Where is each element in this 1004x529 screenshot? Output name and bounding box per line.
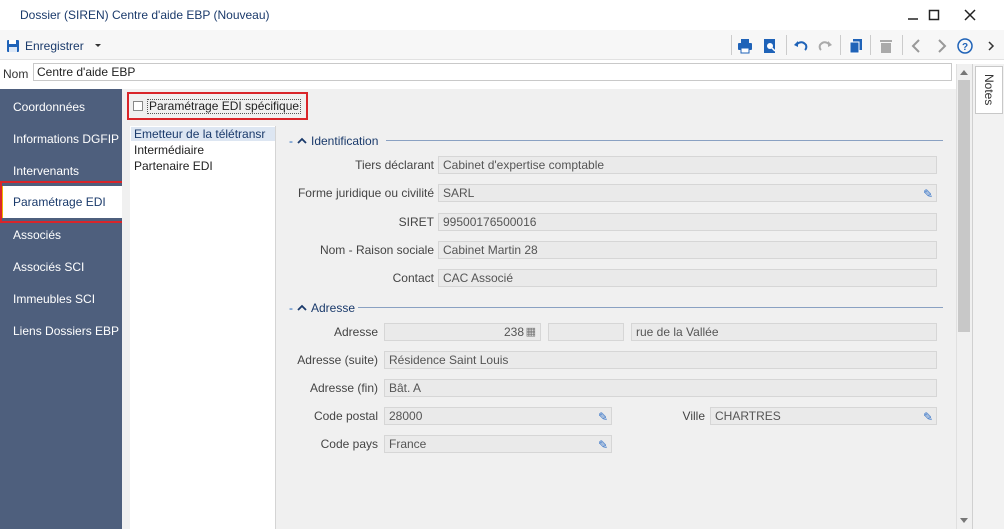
edi-role-list [130, 126, 276, 529]
ville-field[interactable]: CHARTRES ✎ [710, 407, 937, 425]
list-item-intermediaire[interactable]: Intermédiaire [134, 143, 204, 157]
adresse-label: Adresse [333, 325, 378, 339]
more-icon[interactable] [981, 36, 1001, 56]
adresse-fin-label: Adresse (fin) [309, 381, 378, 395]
forme-juridique-field[interactable]: SARL ✎ [438, 184, 937, 202]
adresse-suite-field[interactable]: Résidence Saint Louis [384, 351, 937, 369]
svg-text:?: ? [962, 42, 968, 53]
collapse-icon[interactable] [297, 137, 307, 145]
identification-section-header[interactable]: - Identification [289, 134, 378, 148]
collapse-icon[interactable] [297, 304, 307, 312]
toolbar-separator [840, 35, 841, 55]
forme-juridique-value: SARL [443, 186, 475, 200]
sidebar-item-coordonnees[interactable]: Coordonnées [0, 91, 122, 123]
adresse-section-header[interactable]: - Adresse [289, 301, 355, 315]
section-divider [358, 307, 943, 308]
edit-pencil-icon[interactable]: ✎ [923, 409, 933, 424]
code-pays-field[interactable]: France ✎ [384, 435, 612, 453]
edi-specific-checkbox[interactable] [133, 101, 143, 111]
help-icon[interactable]: ? [955, 36, 975, 56]
edit-pencil-icon[interactable]: ✎ [923, 186, 933, 201]
sidebar-item-associes[interactable]: Associés [0, 219, 122, 251]
adresse-fin-field[interactable]: Bât. A [384, 379, 937, 397]
maximize-icon[interactable] [917, 4, 951, 26]
save-button[interactable]: Enregistrer [6, 36, 103, 56]
notes-panel [972, 64, 1004, 529]
window-title: Dossier (SIREN) Centre d'aide EBP (Nouve… [20, 8, 270, 22]
identification-title: Identification [311, 134, 379, 148]
sidebar-highlight-frame [0, 181, 125, 223]
sidebar-item-informations-dgfip[interactable]: Informations DGFIP [0, 123, 122, 155]
edit-pencil-icon[interactable]: ✎ [598, 409, 608, 424]
raison-sociale-label: Nom - Raison sociale [319, 243, 434, 257]
contact-field[interactable]: CAC Associé [438, 269, 937, 287]
sidebar-item-liens-dossiers-ebp[interactable]: Liens Dossiers EBP [0, 315, 122, 347]
copy-icon[interactable] [846, 36, 866, 56]
toolbar-separator [902, 35, 903, 55]
print-icon[interactable] [735, 36, 755, 56]
ville-value: CHARTRES [715, 409, 781, 423]
toolbar-separator [731, 35, 732, 55]
tiers-declarant-label: Tiers déclarant [355, 158, 434, 172]
nom-label: Nom [3, 67, 29, 81]
siret-label: SIRET [398, 215, 434, 229]
next-icon[interactable] [931, 36, 951, 56]
preview-icon[interactable] [760, 36, 780, 56]
tiers-declarant-field[interactable]: Cabinet d'expertise comptable [438, 156, 937, 174]
edi-specific-label[interactable]: Paramétrage EDI spécifique [147, 99, 302, 114]
adresse-title: Adresse [311, 301, 356, 315]
adresse-suite-label: Adresse (suite) [297, 353, 378, 367]
siret-field[interactable]: 99500176500016 [438, 213, 937, 231]
code-postal-label: Code postal [313, 409, 378, 423]
adresse-numero-field[interactable]: 238 ▦ [384, 323, 541, 341]
scroll-up-icon[interactable] [958, 66, 970, 78]
list-item-partenaire-edi[interactable]: Partenaire EDI [134, 159, 213, 173]
code-pays-label: Code pays [320, 437, 378, 451]
contact-label: Contact [392, 271, 434, 285]
ville-label: Ville [682, 409, 705, 423]
scrollbar-thumb[interactable] [958, 80, 970, 332]
code-postal-field[interactable]: 28000 ✎ [384, 407, 612, 425]
adresse-numero-value: 238 [503, 325, 524, 339]
adresse-voie-field[interactable]: rue de la Vallée [631, 323, 937, 341]
chevron-down-icon[interactable] [93, 41, 103, 51]
sidebar-item-associes-sci[interactable]: Associés SCI [0, 251, 122, 283]
toolbar-separator [870, 35, 871, 55]
toolbar-separator [786, 35, 787, 55]
sidebar-item-immeubles-sci[interactable]: Immeubles SCI [0, 283, 122, 315]
calculator-icon[interactable]: ▦ [526, 324, 536, 340]
section-divider [386, 140, 943, 141]
notes-label: Notes [982, 74, 996, 106]
redo-icon[interactable] [815, 36, 835, 56]
undo-icon[interactable] [791, 36, 811, 56]
save-icon [7, 40, 19, 52]
prev-icon[interactable] [907, 36, 927, 56]
close-icon[interactable] [953, 4, 987, 26]
save-label: Enregistrer [25, 39, 84, 53]
delete-icon[interactable] [876, 36, 896, 56]
notes-tab[interactable]: Notes [975, 66, 1003, 114]
scroll-down-icon[interactable] [958, 515, 970, 527]
nom-input[interactable]: Centre d'aide EBP [33, 63, 952, 81]
code-postal-value: 28000 [389, 409, 423, 423]
list-item-emetteur[interactable]: Emetteur de la télétransr [131, 127, 275, 141]
edit-pencil-icon[interactable]: ✎ [598, 437, 608, 452]
forme-juridique-label: Forme juridique ou civilité [297, 186, 434, 200]
raison-sociale-field[interactable]: Cabinet Martin 28 [438, 241, 937, 259]
adresse-complement-field[interactable] [548, 323, 624, 341]
code-pays-value: France [389, 437, 427, 451]
